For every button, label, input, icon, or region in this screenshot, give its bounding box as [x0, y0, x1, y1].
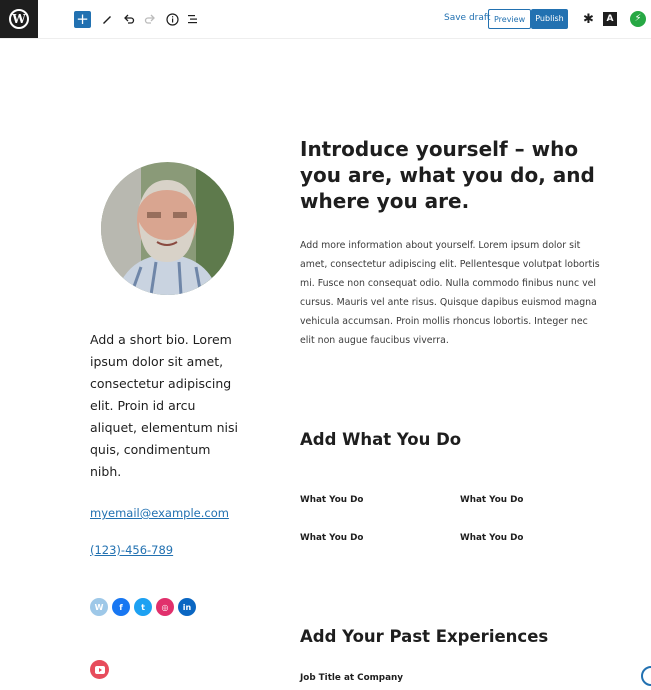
instagram-icon[interactable]: ◎ [156, 598, 174, 616]
preview-button[interactable]: Preview [488, 9, 532, 29]
save-draft-button[interactable]: Save draft [444, 13, 490, 23]
what-you-do-heading: Add What You Do [300, 430, 462, 449]
social-icons: W f t ◎ in [90, 598, 196, 616]
what-you-do-item: What You Do [460, 495, 524, 505]
a-icon[interactable]: A [603, 12, 617, 26]
pen-icon[interactable] [98, 10, 116, 28]
page-heading: Introduce yourself – who you are, what y… [300, 137, 595, 213]
about-paragraph: Add more information about yourself. Lor… [300, 240, 600, 346]
job-title: Job Title at Company [300, 673, 404, 683]
past-experiences-heading: Add Your Past Experiences [300, 627, 549, 646]
gear-icon[interactable]: ✱ [583, 11, 594, 28]
help-icon[interactable] [641, 666, 651, 686]
avatar[interactable] [101, 162, 234, 295]
email-link[interactable]: myemail@example.com [90, 506, 229, 520]
wordpress-icon: W [9, 9, 29, 29]
add-block-button[interactable]: + [74, 11, 91, 28]
phone-link[interactable]: (123)-456-789 [90, 543, 173, 557]
what-you-do-item: What You Do [300, 533, 364, 543]
undo-icon[interactable] [120, 10, 138, 28]
twitter-icon[interactable]: t [134, 598, 152, 616]
info-icon[interactable] [163, 10, 181, 28]
bio-text: Add a short bio. Lorem ipsum dolor sit a… [90, 332, 238, 479]
redo-icon[interactable] [141, 10, 159, 28]
what-you-do-item: What You Do [300, 495, 364, 505]
wordpress-logo-button[interactable]: W [0, 0, 38, 38]
linkedin-icon[interactable]: in [178, 598, 196, 616]
list-view-icon[interactable] [184, 10, 202, 28]
publish-button[interactable]: Publish [531, 9, 568, 29]
facebook-icon[interactable]: f [112, 598, 130, 616]
what-you-do-item: What You Do [460, 533, 524, 543]
wordpress-icon[interactable]: W [90, 598, 108, 616]
youtube-icon[interactable] [90, 660, 109, 679]
editor-toolbar: W + Save draft Preview Publish ✱ A ⚡ [0, 0, 651, 39]
bolt-icon[interactable]: ⚡ [630, 11, 646, 27]
